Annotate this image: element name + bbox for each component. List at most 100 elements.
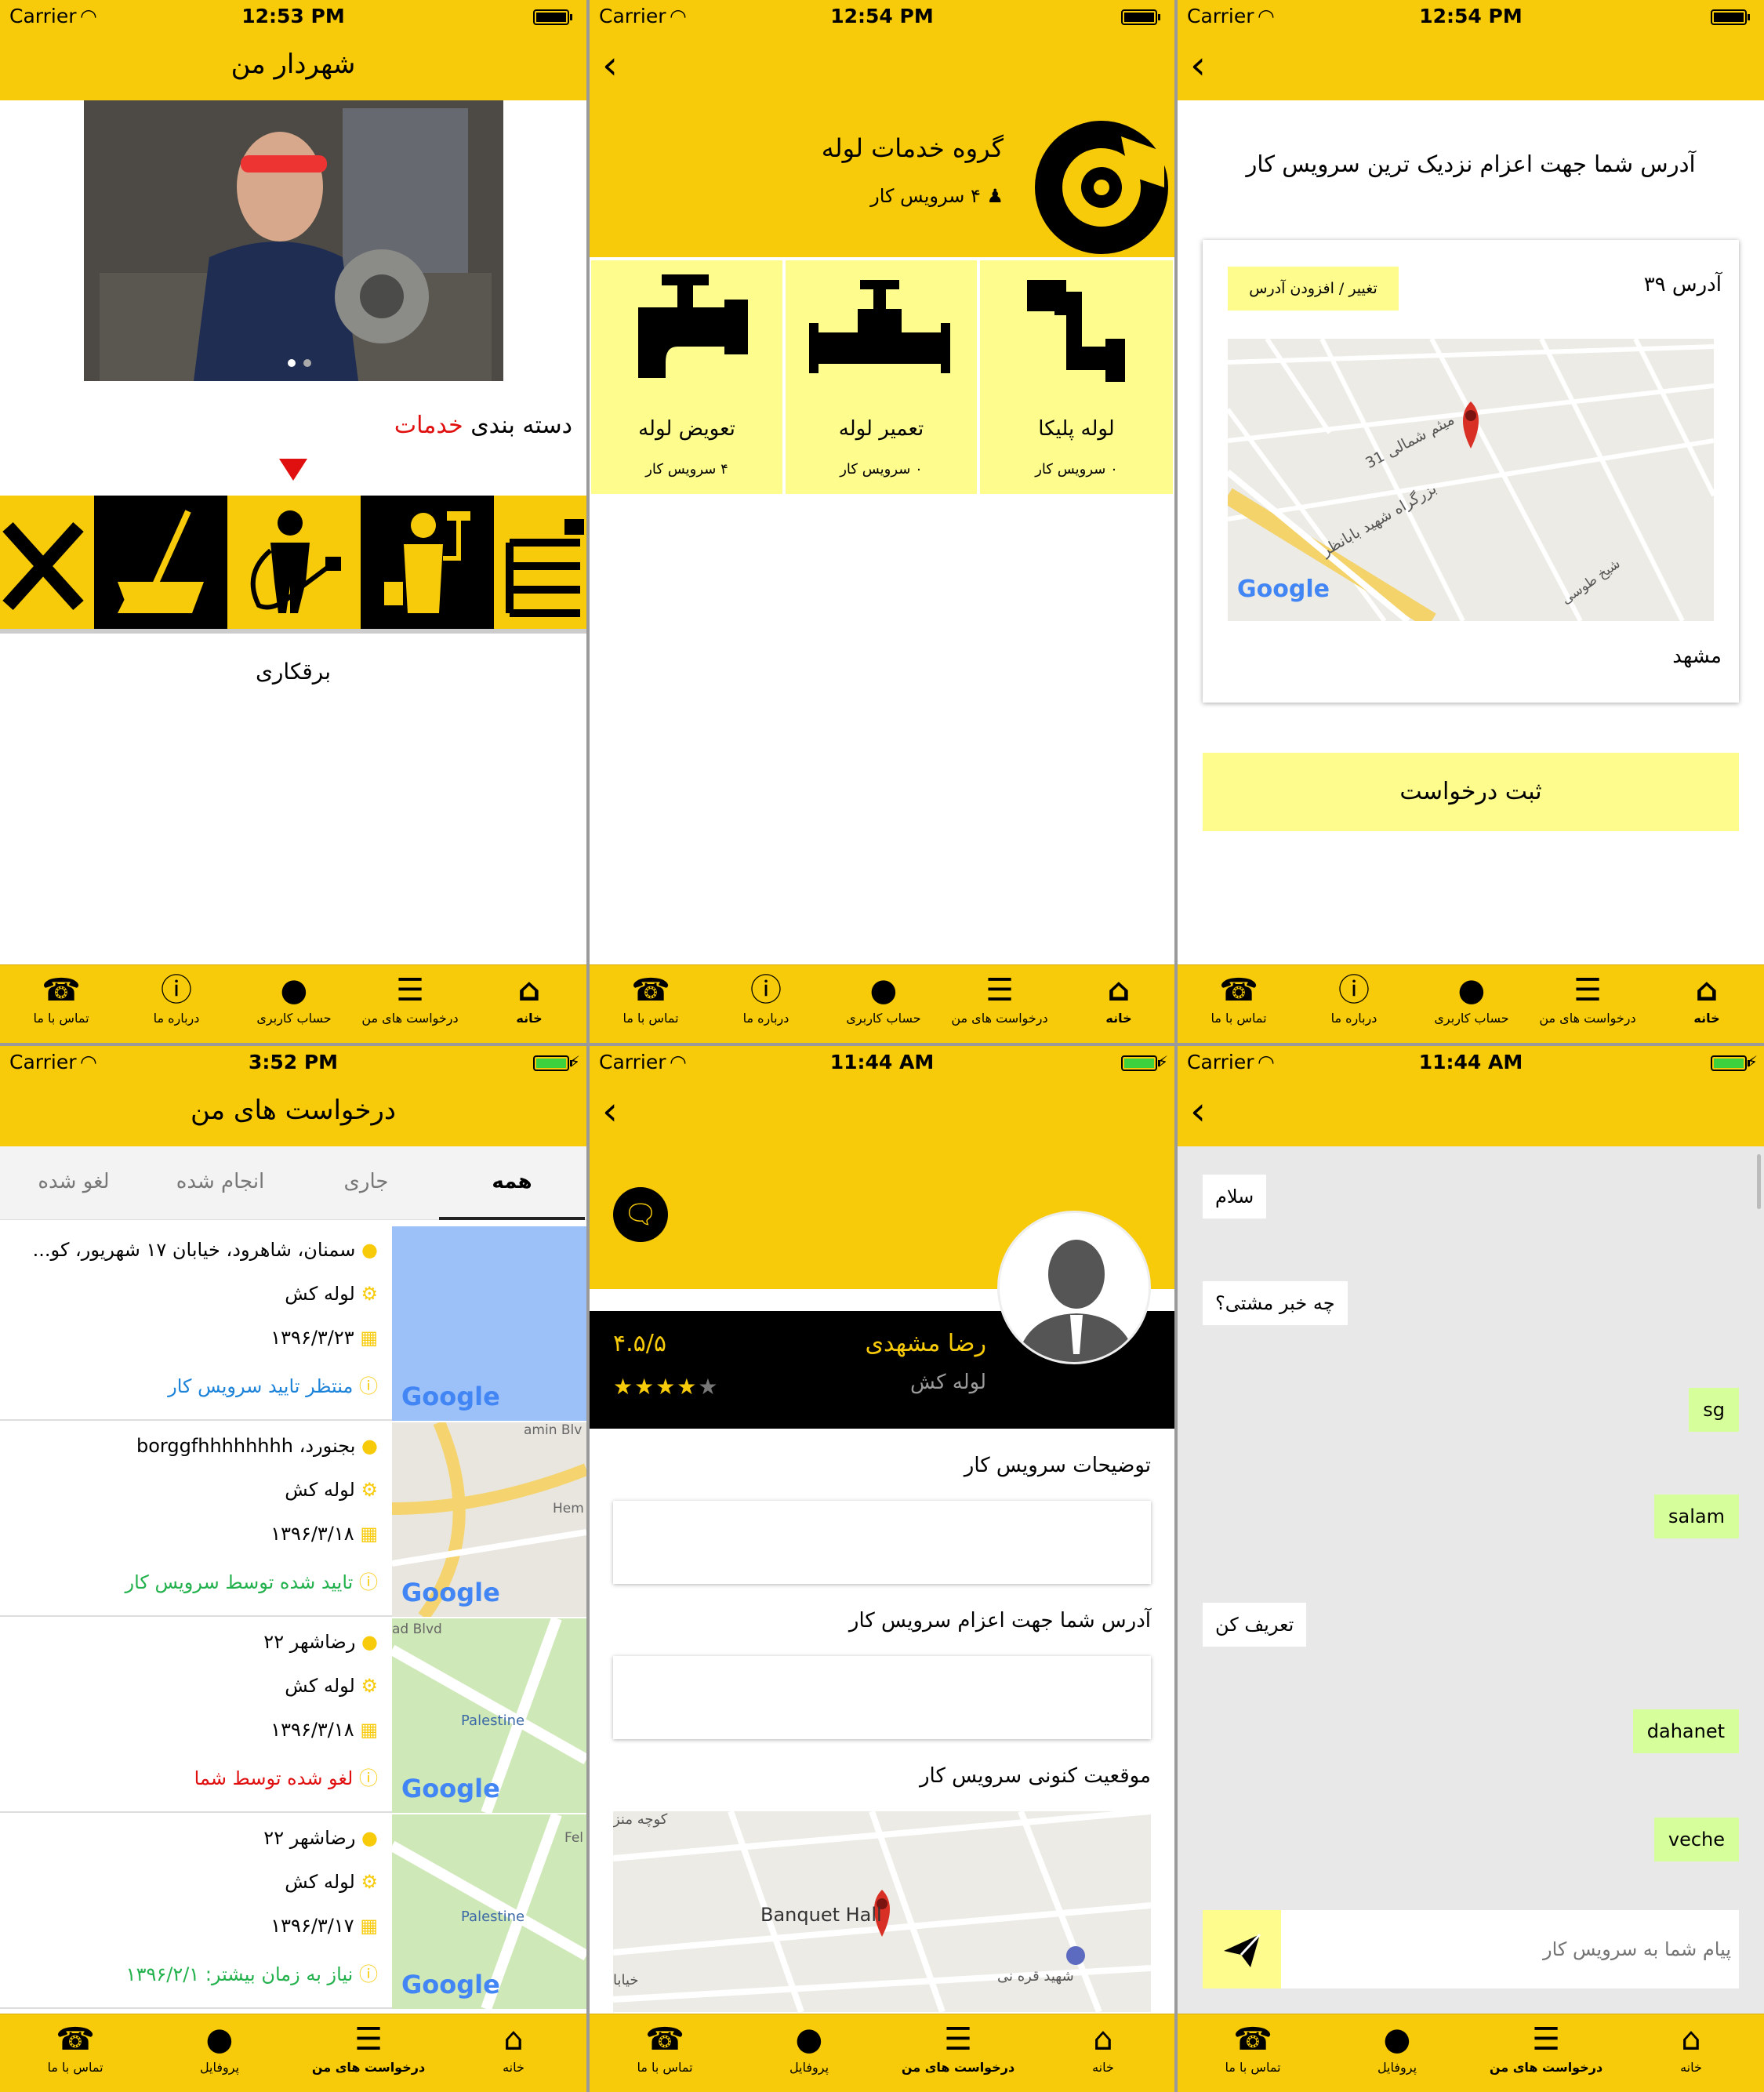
clock: 3:52 PM [248, 1051, 339, 1073]
tab-account[interactable]: ● حساب کاربری [833, 972, 935, 1026]
tab-bar: ☎ تماس با ما ● پروفایل ☰ درخواست های من ⌂ خا… [590, 2014, 1174, 2092]
service-item[interactable]: لوله پلیکا ۰ سرویس کار [980, 260, 1173, 494]
tab-profile[interactable]: ● پروفایل [172, 2021, 267, 2075]
tab-home[interactable]: ⌂ خانه [1076, 972, 1162, 1026]
tab-home[interactable]: ⌂ خانه [486, 972, 572, 1026]
clock: 12:54 PM [830, 5, 934, 27]
request-row[interactable]: Fel Palestine Google ● رضاشهر ۲۲ ⚙ لوله … [0, 1814, 586, 2009]
electrician-icon [250, 510, 341, 613]
submit-request-button[interactable]: ثبت درخواست [1203, 753, 1739, 831]
back-chevron-icon[interactable]: ‹ [1190, 1091, 1206, 1131]
message-input[interactable] [1287, 1910, 1731, 1988]
user-icon: ● [1457, 972, 1486, 1008]
send-button[interactable] [1203, 1910, 1281, 1988]
provider-name: رضا مشهدی [865, 1330, 986, 1357]
tab-contact[interactable]: ☎ تماس با ما [28, 2021, 122, 2075]
list-icon: ☰ [985, 972, 1014, 1008]
tab-home[interactable]: ⌂ خانه [1648, 2021, 1734, 2075]
tab-about[interactable]: ⓘ درباره ما [727, 972, 805, 1026]
category-painter[interactable] [361, 496, 494, 629]
address-map[interactable]: میثم شمالی 31 بزرگراه شهید بابانظر شیخ ط… [1228, 339, 1714, 621]
home-icon: ⌂ [503, 2021, 524, 2057]
request-status: ⓘ لغو شده توسط شما [194, 1763, 378, 1790]
home-icon: ⌂ [1093, 2021, 1113, 2057]
tab-account[interactable]: ● حساب کاربری [1421, 972, 1523, 1026]
tab-profile[interactable]: ● پروفایل [762, 2021, 856, 2075]
tab-contact[interactable]: ☎ تماس با ما [1206, 2021, 1300, 2075]
tab-about[interactable]: ⓘ درباره ما [137, 972, 216, 1026]
status-bar: Carrier ◠ 3:52 PM ⚡ [0, 1046, 586, 1077]
tab-account[interactable]: ● حساب کاربری [243, 972, 345, 1026]
request-status: ⓘ نیاز به زمان بیشتر: ۱۳۹۶/۲/۱ [126, 1959, 378, 1986]
group-title: گروه خدمات لوله [821, 133, 1004, 163]
google-logo: Google [401, 1578, 500, 1607]
tab-about[interactable]: ⓘ درباره ما [1315, 972, 1393, 1026]
request-map: amin Blv Hem Google [392, 1422, 586, 1617]
home-icon: ⌂ [1681, 2021, 1701, 2057]
request-row[interactable]: amin Blv Hem Google ● بجنورد، borggfhhhh… [0, 1422, 586, 1617]
address-heading: آدرس شما جهت اعزام نزدیک ترین سرویس کار [1246, 151, 1696, 177]
tab-requests[interactable]: ☰ درخواست های من [1475, 2021, 1617, 2075]
change-address-button[interactable]: تغییر / افزودن آدرس [1228, 267, 1399, 311]
info-icon: ⓘ [359, 1963, 378, 1985]
provider-location-map[interactable]: Banquet Hall کوچه منز شهید قره نی خیابا [613, 1811, 1151, 2012]
back-chevron-icon[interactable]: ‹ [602, 45, 618, 85]
chat-bubble: سلام [1203, 1175, 1267, 1219]
tab-requests[interactable]: ☰ درخواست های من [942, 972, 1057, 1026]
scrollbar[interactable] [1757, 1154, 1761, 1209]
tab-current[interactable]: جاری [293, 1146, 439, 1220]
request-row[interactable]: ad Blvd Palestine Google ● رضاشهر ۲۲ ⚙ ل… [0, 1618, 586, 1813]
tab-label: درخواست های من [311, 2060, 426, 2075]
tools-icon [2, 521, 84, 611]
painter-icon [384, 511, 470, 613]
request-row[interactable]: Google ● سمنان، شاهرود، خیابان ۱۷ شهریور… [0, 1226, 586, 1421]
gear-icon: ⚙ [361, 1675, 378, 1697]
home-icon: ⌂ [517, 972, 541, 1008]
tab-home[interactable]: ⌂ خانه [1060, 2021, 1146, 2075]
map-label: Hem [553, 1501, 584, 1516]
category-electrician[interactable] [227, 496, 361, 629]
address-screen: Carrier ◠ 12:54 PM ‹ آدرس شما جهت اعزام … [1178, 0, 1764, 1043]
tab-requests[interactable]: ☰ درخواست های من [1530, 972, 1645, 1026]
category-cleaning[interactable] [94, 496, 227, 629]
tab-label: درخواست های من [901, 2060, 1015, 2075]
service-item[interactable]: تعویض لوله ۴ سرویس کار [591, 260, 782, 494]
calendar-icon: ▦ [360, 1523, 378, 1545]
category-carousel[interactable] [0, 496, 586, 635]
tab-contact[interactable]: ☎ تماس با ما [618, 2021, 712, 2075]
request-status: ⓘ منتظر تایید سرویس کار [168, 1371, 378, 1398]
chat-icon[interactable]: 🗨 [613, 1187, 668, 1242]
tab-done[interactable]: انجام شده [147, 1146, 293, 1220]
tab-contact[interactable]: ☎ تماس با ما [612, 972, 690, 1026]
tab-cancelled[interactable]: لغو شده [0, 1146, 147, 1220]
tab-all[interactable]: همه [439, 1146, 585, 1220]
back-chevron-icon[interactable]: ‹ [1190, 45, 1206, 85]
tab-contact[interactable]: ☎ تماس با ما [1200, 972, 1278, 1026]
tab-profile[interactable]: ● پروفایل [1350, 2021, 1444, 2075]
request-service: ⚙ لوله کش [285, 1871, 378, 1893]
request-date: ▦ ۱۳۹۶/۳/۲۳ [270, 1327, 378, 1349]
location-label: موقعیت کنونی سرویس کار [920, 1764, 1151, 1788]
tab-home[interactable]: ⌂ خانه [470, 2021, 557, 2075]
tab-requests[interactable]: ☰ درخواست های من [353, 972, 467, 1026]
tab-contact[interactable]: ☎ تماس با ما [22, 972, 100, 1026]
calendar-icon: ▦ [360, 1327, 378, 1349]
home-icon: ⌂ [1107, 972, 1131, 1008]
phone-icon: ☎ [56, 2021, 95, 2057]
tab-requests[interactable]: ☰ درخواست های من [887, 2021, 1029, 2075]
map-label: Fel [564, 1830, 584, 1846]
tab-requests[interactable]: ☰ درخواست های من [298, 2021, 439, 2075]
info-icon: ⓘ [750, 972, 782, 1008]
request-date: ▦ ۱۳۹۶/۳/۱۸ [270, 1523, 378, 1545]
category-hose[interactable] [494, 496, 586, 629]
service-text: لوله کش [285, 1675, 355, 1697]
request-service: ⚙ لوله کش [285, 1283, 378, 1305]
tab-home[interactable]: ⌂ خانه [1664, 972, 1750, 1026]
dispatch-address-label: آدرس شما جهت اعزام سرویس کار [848, 1609, 1151, 1633]
service-item[interactable]: تعمیر لوله ۰ سرویس کار [786, 260, 977, 494]
back-chevron-icon[interactable]: ‹ [602, 1091, 618, 1131]
hose-icon [506, 519, 584, 617]
banner-image[interactable] [84, 100, 503, 381]
group-count-label: ۴ سرویس کار [870, 185, 981, 207]
category-tools[interactable] [0, 496, 94, 629]
